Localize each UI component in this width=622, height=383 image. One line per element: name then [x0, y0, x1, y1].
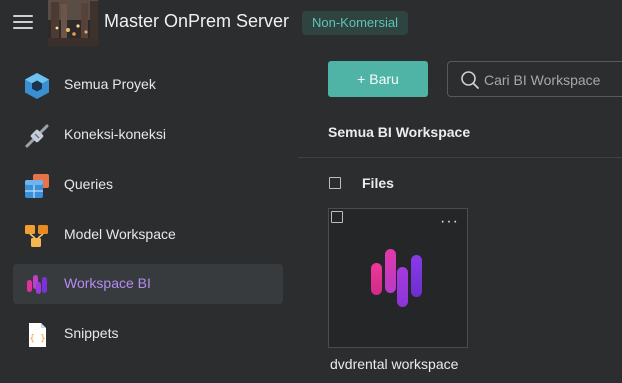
svg-text:{ }: { }	[29, 334, 45, 344]
sidebar-item-label: Model Workspace	[64, 226, 176, 242]
snippet-file-icon: { }	[23, 321, 51, 349]
search-box[interactable]	[447, 61, 622, 97]
search-icon	[461, 71, 479, 89]
bi-workspace-logo-icon	[369, 247, 429, 316]
sidebar-item-snippets[interactable]: { } Snippets	[13, 314, 283, 354]
workspace-card-name[interactable]: dvdrental workspace	[330, 356, 458, 372]
menu-icon[interactable]	[13, 14, 33, 30]
select-all-checkbox[interactable]	[329, 177, 341, 189]
sidebar-item-model-workspace[interactable]: Model Workspace	[13, 215, 283, 255]
files-label: Files	[362, 175, 394, 191]
divider	[298, 157, 622, 158]
model-blocks-icon	[23, 222, 51, 250]
sidebar-item-koneksi[interactable]: Koneksi-koneksi	[13, 115, 283, 155]
new-workspace-button[interactable]: + Baru	[328, 61, 428, 97]
license-badge: Non-Komersial	[302, 11, 408, 35]
top-bar: Master OnPrem Server Non-Komersial	[0, 0, 622, 46]
hexagon-icon	[23, 72, 51, 100]
sidebar: Semua Proyek Koneksi-koneksi Queries Mod…	[0, 58, 298, 383]
bi-bars-icon	[23, 271, 51, 299]
sidebar-item-queries[interactable]: Queries	[13, 165, 283, 205]
sidebar-item-workspace-bi[interactable]: Workspace BI	[13, 264, 283, 304]
search-input[interactable]	[484, 70, 619, 90]
table-icon	[23, 172, 51, 200]
sidebar-item-label: Queries	[64, 176, 114, 192]
sidebar-item-label: Snippets	[64, 325, 119, 341]
sidebar-item-label: Semua Proyek	[64, 76, 156, 92]
server-thumbnail	[48, 0, 98, 46]
workspace-card[interactable]: ···	[328, 208, 468, 348]
plug-icon	[23, 122, 51, 150]
more-options-icon[interactable]: ···	[440, 213, 459, 231]
app-title: Master OnPrem Server	[104, 11, 290, 31]
section-title: Semua BI Workspace	[328, 124, 471, 140]
sidebar-item-label: Koneksi-koneksi	[64, 126, 166, 142]
card-checkbox[interactable]	[331, 211, 343, 223]
sidebar-item-semua-proyek[interactable]: Semua Proyek	[13, 65, 283, 105]
sidebar-item-label: Workspace BI	[64, 275, 151, 291]
